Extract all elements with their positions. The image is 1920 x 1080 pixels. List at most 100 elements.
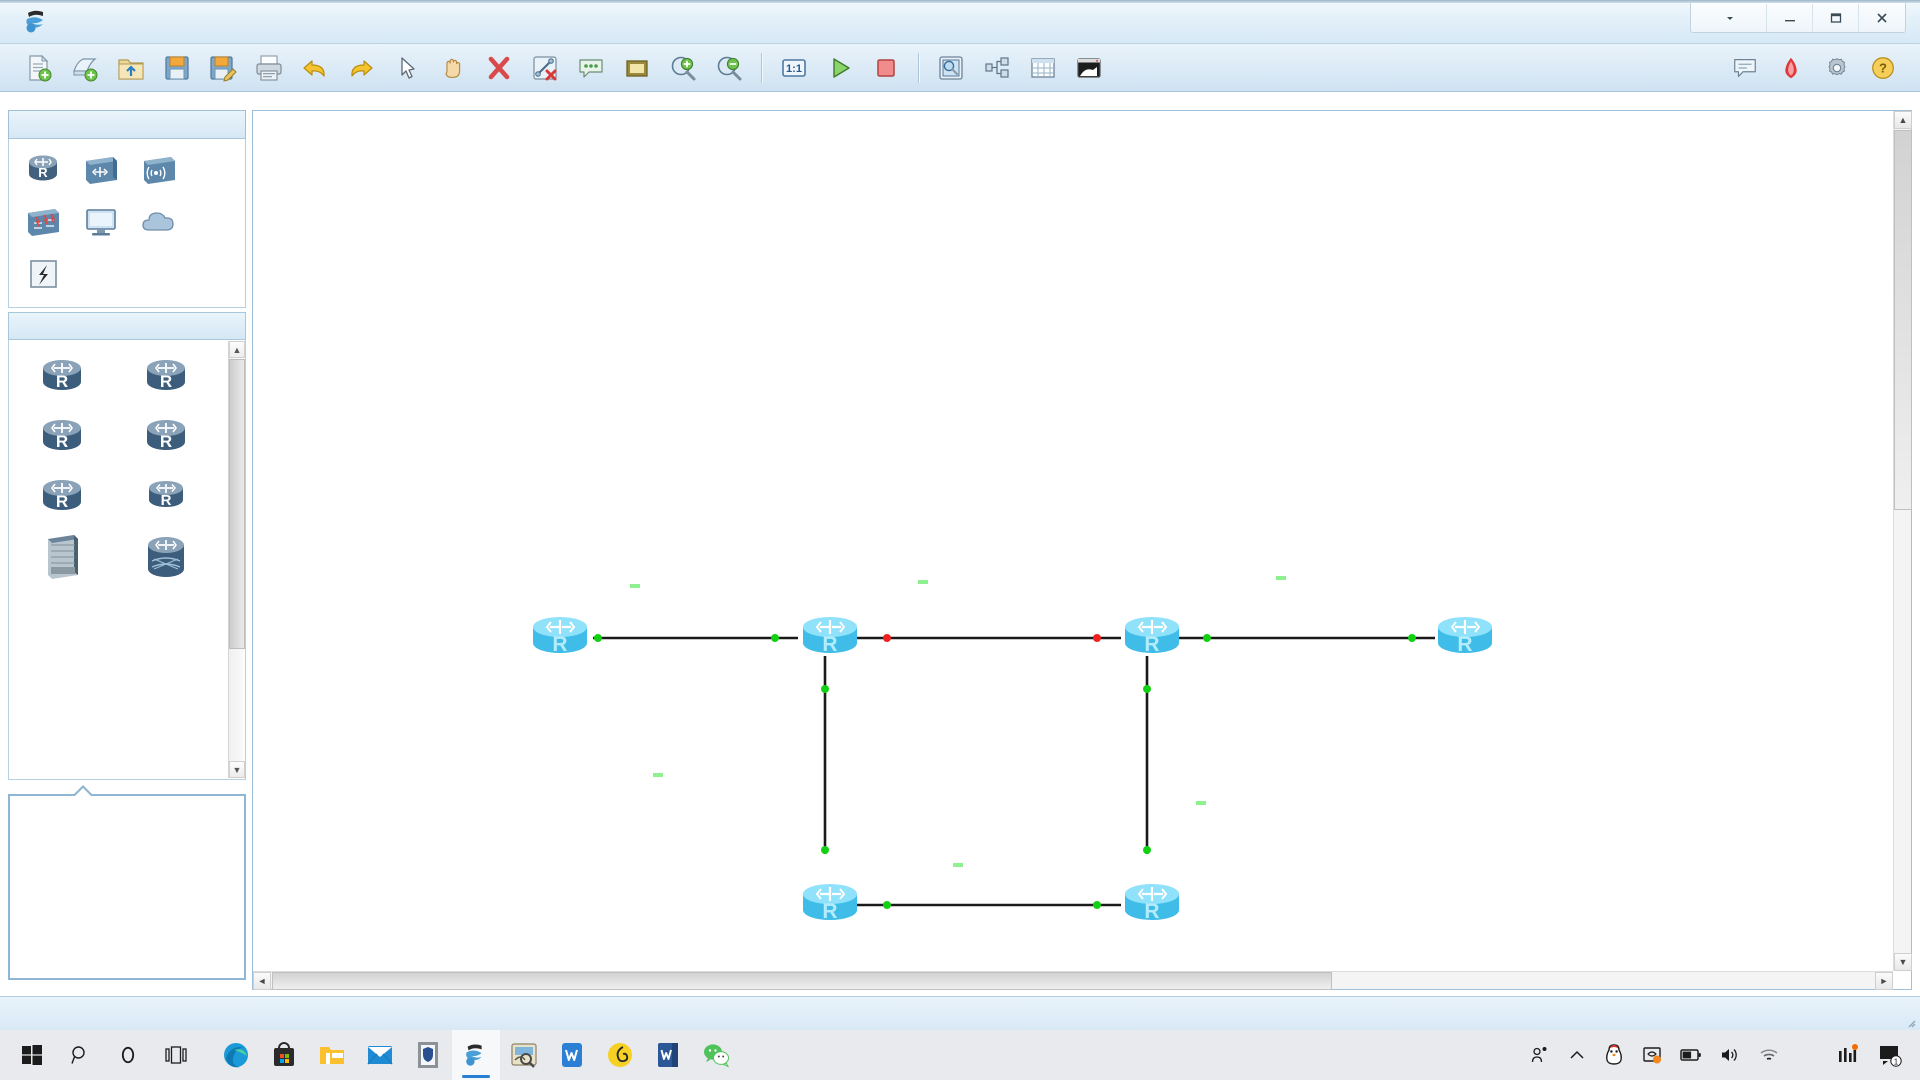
- zoom-reset-button[interactable]: 1:1: [771, 48, 817, 88]
- scroll-down-arrow-icon[interactable]: ▼: [229, 761, 245, 778]
- performance-monitor-button[interactable]: [1827, 1030, 1869, 1080]
- resize-grip-icon[interactable]: [1904, 1015, 1916, 1028]
- notification-center-button[interactable]: 1: [1869, 1030, 1920, 1080]
- sidebar-category-wlan[interactable]: [135, 147, 183, 193]
- maximize-button[interactable]: [1813, 3, 1859, 32]
- model-item-ar2220[interactable]: R: [23, 408, 101, 464]
- open-button[interactable]: [108, 48, 154, 88]
- wifi-button[interactable]: [1749, 1030, 1789, 1080]
- scrollbar-thumb[interactable]: [229, 359, 245, 649]
- topology-node-ar5[interactable]: R: [798, 876, 862, 932]
- new-topology-button[interactable]: [16, 48, 62, 88]
- sidebar-category-firewall[interactable]: [19, 199, 67, 245]
- wechat-button[interactable]: [692, 1030, 740, 1080]
- notification-center-icon: 1: [1880, 1046, 1902, 1067]
- svg-text:R: R: [1144, 900, 1159, 923]
- scroll-up-arrow-icon[interactable]: ▲: [229, 341, 245, 358]
- start-all-button[interactable]: [817, 48, 863, 88]
- canvas-scroll-down-icon[interactable]: ▼: [1894, 953, 1912, 971]
- cortana-button[interactable]: [104, 1030, 152, 1080]
- ensp-app-button[interactable]: [452, 1030, 500, 1080]
- redo-button[interactable]: [338, 48, 384, 88]
- svg-text:R: R: [552, 633, 567, 656]
- topology-node-ar2[interactable]: R: [798, 609, 862, 665]
- ime-indicator[interactable]: [1789, 1030, 1807, 1080]
- comment-button[interactable]: [1722, 48, 1768, 88]
- taskbar-search-button[interactable]: [56, 1030, 104, 1080]
- topology-node-ar4[interactable]: R: [1433, 609, 1497, 665]
- save-button[interactable]: [154, 48, 200, 88]
- people-button[interactable]: [1521, 1030, 1559, 1080]
- edge-browser-button[interactable]: [212, 1030, 260, 1080]
- settings-button[interactable]: [1814, 48, 1860, 88]
- wechat-icon: [704, 1044, 730, 1068]
- wireshark-button[interactable]: [500, 1030, 548, 1080]
- show-hidden-icons-button[interactable]: [1559, 1030, 1595, 1080]
- interface-status-dot: [1093, 634, 1101, 642]
- help-button[interactable]: ?: [1860, 48, 1906, 88]
- netease-music-button[interactable]: [596, 1030, 644, 1080]
- model-item-ar3260[interactable]: R: [23, 468, 101, 524]
- word-button[interactable]: [644, 1030, 692, 1080]
- security-app-button[interactable]: [404, 1030, 452, 1080]
- new-device-button[interactable]: [62, 48, 108, 88]
- model-item-ar201[interactable]: R: [23, 348, 101, 404]
- zoom-in-button[interactable]: [660, 48, 706, 88]
- minimize-button[interactable]: [1767, 3, 1813, 32]
- hand-pan-button[interactable]: [430, 48, 476, 88]
- sidebar-category-connection[interactable]: [19, 251, 67, 297]
- topology-node-ar1[interactable]: R: [528, 609, 592, 665]
- model-item-ne5000e[interactable]: [127, 528, 205, 584]
- canvas-vertical-scrollbar[interactable]: ▲ ▼: [1893, 111, 1912, 971]
- volume-button[interactable]: [1711, 1030, 1749, 1080]
- topology-node-ar3[interactable]: R: [1120, 609, 1184, 665]
- sidebar-category-router[interactable]: R: [19, 147, 67, 193]
- topology-tree-button[interactable]: [974, 48, 1020, 88]
- zoom-reset-icon: 1:1: [782, 58, 806, 77]
- select-pointer-icon: [401, 56, 415, 79]
- window-controls: [1690, 3, 1906, 33]
- qq-button[interactable]: [1595, 1030, 1633, 1080]
- wps-writer-button[interactable]: [548, 1030, 596, 1080]
- canvas-horizontal-scrollbar[interactable]: ◄ ►: [253, 971, 1893, 990]
- undo-button[interactable]: [292, 48, 338, 88]
- canvas-scroll-up-icon[interactable]: ▲: [1894, 111, 1912, 129]
- stop-all-button[interactable]: [863, 48, 909, 88]
- model-item-ar1220[interactable]: R: [127, 348, 205, 404]
- select-pointer-button[interactable]: [384, 48, 430, 88]
- start-button[interactable]: [8, 1030, 56, 1080]
- model-item-ar2240[interactable]: R: [127, 408, 205, 464]
- delete-link-button[interactable]: [522, 48, 568, 88]
- add-note-button[interactable]: [568, 48, 614, 88]
- canvas-hscroll-thumb[interactable]: [272, 972, 1332, 990]
- sidebar-category-endpoint[interactable]: [77, 199, 125, 245]
- topology-links: [593, 636, 1435, 907]
- menu-button[interactable]: [1691, 3, 1767, 32]
- model-item-router[interactable]: R: [127, 468, 205, 524]
- topology-node-ar6[interactable]: R: [1120, 876, 1184, 932]
- file-explorer-button[interactable]: [308, 1030, 356, 1080]
- battery-button[interactable]: [1671, 1030, 1711, 1080]
- mail-button[interactable]: [356, 1030, 404, 1080]
- screenshot-tool-button[interactable]: [1633, 1030, 1671, 1080]
- topology-canvas[interactable]: R R R R R R: [253, 111, 1893, 971]
- packet-capture-button[interactable]: [928, 48, 974, 88]
- canvas-vscroll-thumb[interactable]: [1894, 130, 1912, 510]
- console-button[interactable]: [1066, 48, 1112, 88]
- sidebar-category-switch[interactable]: [77, 147, 125, 193]
- microsoft-store-button[interactable]: [260, 1030, 308, 1080]
- canvas-scroll-right-icon[interactable]: ►: [1875, 972, 1893, 990]
- grid-button[interactable]: [1020, 48, 1066, 88]
- save-as-button[interactable]: [200, 48, 246, 88]
- task-view-button[interactable]: [152, 1030, 200, 1080]
- zoom-out-button[interactable]: [706, 48, 752, 88]
- huawei-button[interactable]: [1768, 48, 1814, 88]
- canvas-scroll-left-icon[interactable]: ◄: [253, 972, 271, 990]
- delete-button[interactable]: [476, 48, 522, 88]
- add-shape-button[interactable]: [614, 48, 660, 88]
- sidebar-category-cloud[interactable]: [135, 199, 183, 245]
- model-item-ne40e[interactable]: [23, 528, 101, 584]
- model-list-scrollbar[interactable]: ▲ ▼: [228, 341, 245, 778]
- close-button[interactable]: [1859, 4, 1905, 32]
- print-button[interactable]: [246, 48, 292, 88]
